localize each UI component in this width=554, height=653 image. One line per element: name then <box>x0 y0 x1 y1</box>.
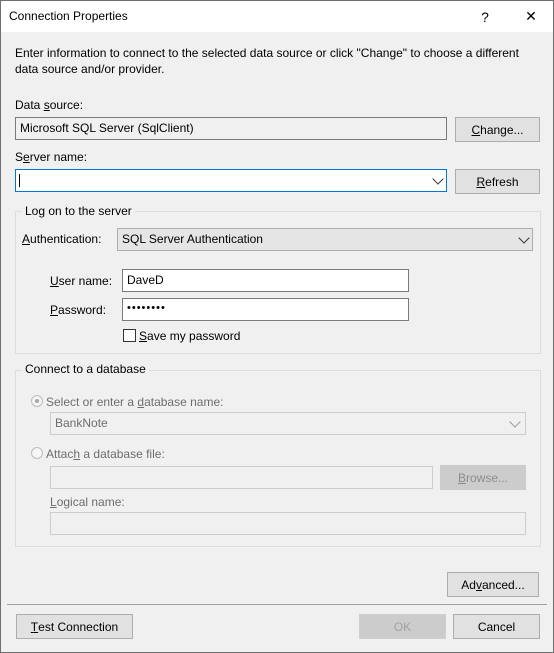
btn-accel: B <box>457 470 466 485</box>
change-button[interactable]: Change... <box>455 117 540 142</box>
data-source-label: Data source: <box>15 98 83 112</box>
label-part: a database file: <box>80 447 165 461</box>
password-input[interactable]: •••••••• <box>122 298 409 321</box>
btn-part: hange... <box>480 122 524 137</box>
password-label: Password: <box>50 303 106 317</box>
database-file-input[interactable] <box>50 466 433 489</box>
save-password-checkbox[interactable] <box>123 329 136 342</box>
label-part: S <box>15 150 24 164</box>
btn-part: est Connection <box>38 619 119 634</box>
data-source-field: Microsoft SQL Server (SqlClient) <box>15 117 447 140</box>
database-name-combobox[interactable]: BankNote <box>50 412 526 435</box>
attach-database-radio[interactable] <box>31 447 43 459</box>
label-part: atabase name: <box>144 395 224 409</box>
help-button[interactable]: ? <box>463 1 507 32</box>
window-title: Connection Properties <box>9 9 128 23</box>
chevron-down-icon[interactable] <box>518 232 530 244</box>
advanced-button[interactable]: Ad v anced... <box>447 572 539 597</box>
intro-text-line1: Enter information to connect to the sele… <box>15 46 519 60</box>
label-accel: S <box>139 329 148 343</box>
title-bar: Connection Properties ? ✕ <box>1 1 553 32</box>
attach-database-label[interactable]: Attach a database file: <box>46 447 165 461</box>
label-part: Attac <box>46 447 74 461</box>
select-database-label[interactable]: Select or enter a database name: <box>46 395 223 409</box>
btn-part: anced... <box>481 577 525 592</box>
btn-part: rowse... <box>466 470 509 485</box>
authentication-value: SQL Server Authentication <box>122 232 263 246</box>
user-name-input[interactable]: DaveD <box>122 269 409 292</box>
label-part: Data <box>15 98 44 112</box>
label-accel: e <box>23 150 30 164</box>
connection-properties-dialog: Connection Properties ? ✕ Enter informat… <box>0 0 554 653</box>
ok-button[interactable]: OK <box>359 614 446 639</box>
logon-group-title: Log on to the server <box>22 204 135 218</box>
label-part: uthentication: <box>30 232 102 246</box>
btn-accel: R <box>476 174 486 189</box>
label-part: rver name: <box>29 150 88 164</box>
label-part: ser name: <box>58 274 113 288</box>
intro-text-line2: data source and/or provider. <box>15 62 165 76</box>
label-accel: L <box>50 495 57 509</box>
server-name-combobox[interactable] <box>15 169 447 192</box>
btn-accel: T <box>30 619 39 634</box>
test-connection-button[interactable]: Test Connection <box>16 614 133 639</box>
label-part: ave my password <box>147 329 241 343</box>
authentication-dropdown[interactable]: SQL Server Authentication <box>117 228 533 251</box>
label-accel: P <box>50 303 59 317</box>
close-button[interactable]: ✕ <box>509 1 553 32</box>
select-database-radio[interactable] <box>31 395 43 407</box>
logical-name-input[interactable] <box>50 512 526 535</box>
radio-selected-dot <box>35 399 39 403</box>
help-icon: ? <box>481 8 489 25</box>
text-caret <box>19 174 20 187</box>
chevron-down-icon[interactable] <box>509 416 521 428</box>
btn-part: Ad <box>461 577 476 592</box>
refresh-button[interactable]: Refresh <box>455 169 540 194</box>
label-accel: U <box>50 274 59 288</box>
browse-button[interactable]: Browse... <box>440 465 526 490</box>
database-name-value: BankNote <box>55 416 108 430</box>
authentication-label: Authentication: <box>22 232 101 246</box>
chevron-down-icon[interactable] <box>432 173 444 185</box>
save-password-label[interactable]: Save my password <box>139 329 240 343</box>
logical-name-label: Logical name: <box>50 495 125 509</box>
close-icon: ✕ <box>525 8 537 24</box>
footer-separator <box>7 604 547 605</box>
server-name-label: Server name: <box>15 150 87 164</box>
cancel-button[interactable]: Cancel <box>453 614 540 639</box>
btn-accel: C <box>471 122 481 137</box>
label-part: assword: <box>58 303 107 317</box>
label-part: ogical name: <box>56 495 125 509</box>
label-part: ource: <box>49 98 84 112</box>
label-accel: A <box>22 232 31 246</box>
database-group-title: Connect to a database <box>22 362 149 376</box>
user-name-label: User name: <box>50 274 112 288</box>
label-part: Select or enter a <box>46 395 138 409</box>
btn-part: efresh <box>485 174 519 189</box>
